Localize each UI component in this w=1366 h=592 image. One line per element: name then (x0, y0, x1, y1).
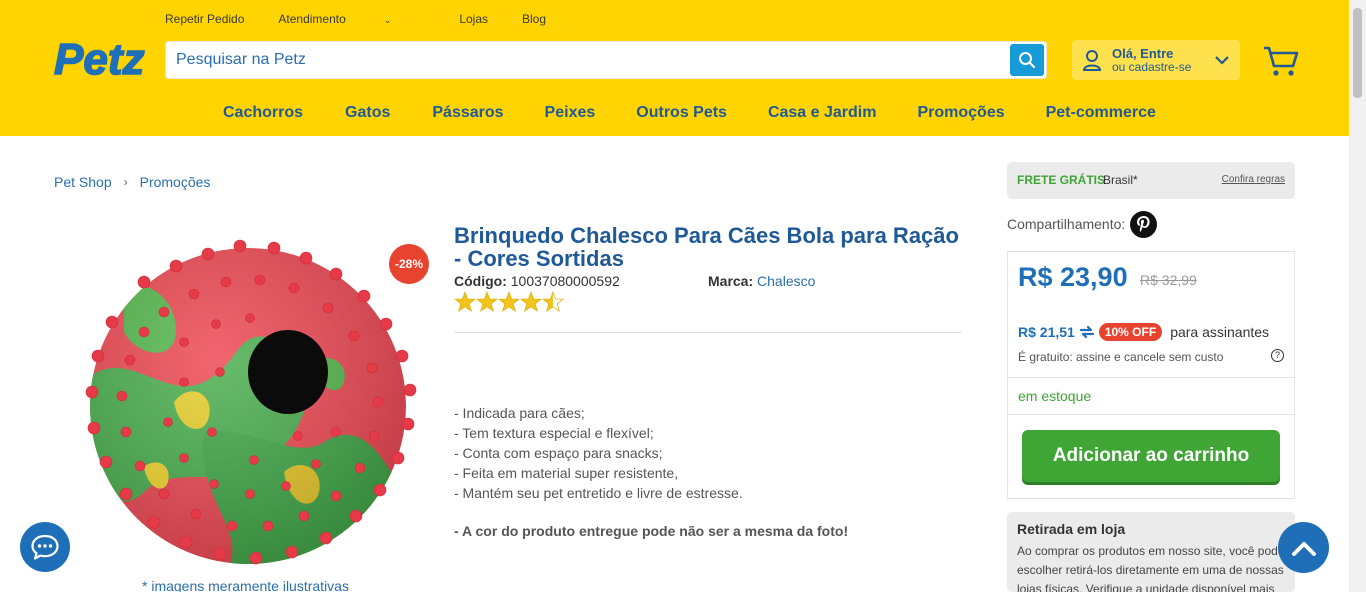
ball-hole (248, 330, 328, 414)
code-label: Código: (454, 273, 507, 289)
star-icon (519, 291, 543, 312)
star-icon (475, 291, 499, 312)
description-line: - Tem textura especial e flexível; (454, 425, 654, 441)
product-price: R$ 23,90 (1018, 262, 1128, 292)
brand-label: Marca: (708, 273, 754, 289)
logo-text: Petz (54, 35, 144, 82)
nav-item-pet-commerce[interactable]: Pet-commerce (1046, 104, 1156, 122)
nav-item-promotions[interactable]: Promoções (917, 104, 1004, 122)
share-label: Compartilhamento: (1007, 216, 1126, 232)
subscription-note: É gratuito: assine e cancele sem custo (1018, 350, 1224, 364)
store-pickup-panel: Retirada em loja Ao comprar os produtos … (1007, 512, 1295, 592)
support-link[interactable]: Atendimento ⌄ (278, 12, 425, 26)
product-code: Código: 10037080000592 (454, 273, 620, 289)
star-icon (497, 291, 521, 312)
shipping-region: Brasil* (1103, 173, 1138, 187)
price-divider (1008, 414, 1294, 415)
blog-link[interactable]: Blog (522, 12, 546, 26)
breadcrumb-promotions[interactable]: Promoções (140, 174, 211, 190)
discount-badge: -28% (389, 244, 429, 284)
breadcrumb-pet-shop[interactable]: Pet Shop (54, 174, 112, 190)
chevron-down-icon (1215, 56, 1229, 65)
help-icon[interactable]: ? (1271, 349, 1284, 362)
subscription-arrows-icon (1079, 325, 1094, 339)
chat-bubble-icon (31, 534, 59, 560)
half-star-icon (541, 291, 565, 312)
chevron-down-icon: ⌄ (383, 15, 392, 25)
description-line: - Mantém seu pet entretido e livre de es… (454, 485, 743, 501)
nav-item-other-pets[interactable]: Outros Pets (636, 104, 727, 122)
rating-stars[interactable] (454, 291, 566, 313)
nav-item-home-garden[interactable]: Casa e Jardim (768, 104, 877, 122)
nav-item-dogs[interactable]: Cachorros (223, 104, 303, 122)
support-label: Atendimento (278, 12, 346, 26)
chat-button[interactable] (20, 522, 70, 572)
search-icon (1019, 52, 1036, 69)
star-icon (454, 291, 477, 312)
subscriber-label: para assinantes (1170, 324, 1270, 340)
category-nav: Cachorros Gatos Pássaros Peixes Outros P… (223, 104, 1156, 122)
breadcrumb: Pet Shop › Promoções (54, 174, 210, 190)
color-warning: - A cor do produto entregue pode não ser… (454, 523, 849, 539)
petz-logo[interactable]: Petz (54, 30, 146, 82)
product-image[interactable] (84, 232, 424, 576)
scrollbar-thumb[interactable] (1353, 8, 1362, 98)
nav-item-fish[interactable]: Peixes (545, 104, 596, 122)
subscriber-price-row[interactable]: R$ 21,51 10% OFF para assinantes (1018, 323, 1269, 341)
shipping-banner: FRETE GRÁTIS Brasil* Confira regras (1007, 162, 1295, 199)
breadcrumb-separator: › (123, 175, 128, 189)
pinterest-share-button[interactable] (1130, 211, 1157, 238)
stock-status: em estoque (1018, 388, 1092, 404)
product-title: Brinquedo Chalesco Para Cães Bola para R… (454, 223, 959, 271)
pinterest-icon (1136, 215, 1150, 232)
stores-link[interactable]: Lojas (459, 12, 488, 26)
image-disclaimer: * imagens meramente ilustrativas (142, 578, 349, 592)
price-divider (1008, 377, 1294, 378)
nav-item-birds[interactable]: Pássaros (432, 104, 503, 122)
search-button[interactable] (1010, 44, 1044, 76)
search-input[interactable] (176, 42, 1006, 78)
account-signup: ou cadastre-se (1112, 60, 1192, 74)
info-divider (454, 332, 962, 333)
cart-icon[interactable] (1262, 44, 1300, 78)
code-value: 10037080000592 (510, 273, 620, 289)
old-price: R$ 32,99 (1140, 272, 1197, 288)
description-line: - Feita em material super resistente, (454, 465, 679, 481)
pickup-text: Ao comprar os produtos em nosso site, vo… (1017, 544, 1285, 592)
user-icon (1082, 50, 1102, 71)
description-line: - Conta com espaço para snacks; (454, 445, 663, 461)
scroll-to-top-button[interactable] (1278, 522, 1329, 573)
repeat-order-link[interactable]: Repetir Pedido (165, 12, 244, 26)
search-bar (165, 41, 1047, 79)
product-brand: Marca: Chalesco (708, 273, 815, 289)
chevron-up-icon (1291, 541, 1316, 556)
free-shipping-label: FRETE GRÁTIS (1017, 173, 1106, 187)
site-header: Repetir Pedido Atendimento ⌄ Lojas Blog P… (0, 0, 1349, 136)
account-menu[interactable]: Olá, Entre ou cadastre-se (1072, 40, 1240, 80)
brand-link[interactable]: Chalesco (757, 273, 815, 289)
product-description: - Indicada para cães; - Tem textura espe… (454, 403, 743, 503)
shipping-rules-link[interactable]: Confira regras (1222, 174, 1285, 185)
description-line: - Indicada para cães; (454, 405, 585, 421)
add-to-cart-button[interactable]: Adicionar ao carrinho (1022, 430, 1280, 482)
account-greeting: Olá, Entre (1112, 46, 1174, 61)
page-scrollbar[interactable] (1349, 0, 1366, 592)
top-links: Repetir Pedido Atendimento ⌄ Lojas Blog (165, 12, 580, 26)
price-box: R$ 23,90 R$ 32,99 R$ 21,51 10% OFF para … (1007, 251, 1295, 499)
pickup-title: Retirada em loja (1017, 521, 1126, 537)
nav-item-cats[interactable]: Gatos (345, 104, 390, 122)
subscriber-discount-badge: 10% OFF (1098, 323, 1163, 341)
subscriber-price: R$ 21,51 (1018, 324, 1075, 340)
